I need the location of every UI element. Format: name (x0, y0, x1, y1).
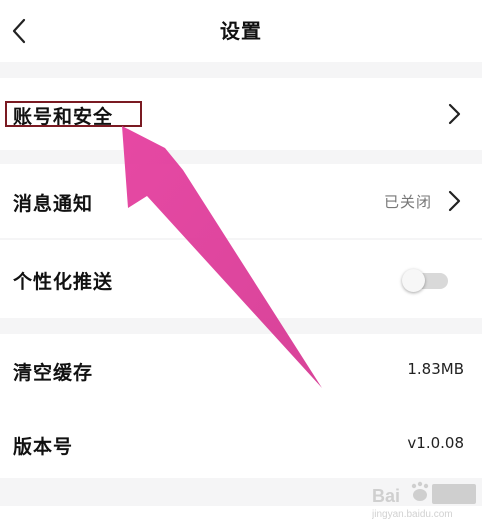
chevron-right-icon (448, 190, 461, 212)
header-bar: 设置 (0, 0, 482, 62)
settings-row-notifications[interactable]: 消息通知 已关闭 (0, 164, 482, 238)
toggle-knob (402, 269, 425, 292)
highlight-box (5, 101, 142, 127)
settings-row-version: 版本号 v1.0.08 (0, 406, 482, 478)
version-number: v1.0.08 (407, 434, 464, 452)
bottom-card-partial (0, 506, 482, 526)
personalized-push-toggle[interactable] (402, 269, 448, 292)
version-label: 版本号 (13, 436, 74, 458)
svg-text:Bai: Bai (372, 486, 400, 506)
clear-cache-label: 清空缓存 (13, 362, 94, 384)
settings-row-clear-cache[interactable]: 清空缓存 1.83MB (0, 334, 482, 406)
page-title: 设置 (220, 19, 262, 43)
cache-size: 1.83MB (407, 360, 464, 378)
notifications-status: 已关闭 (383, 193, 432, 211)
personalized-push-label: 个性化推送 (13, 271, 114, 293)
notifications-label: 消息通知 (13, 193, 94, 215)
chevron-right-icon (448, 103, 461, 125)
